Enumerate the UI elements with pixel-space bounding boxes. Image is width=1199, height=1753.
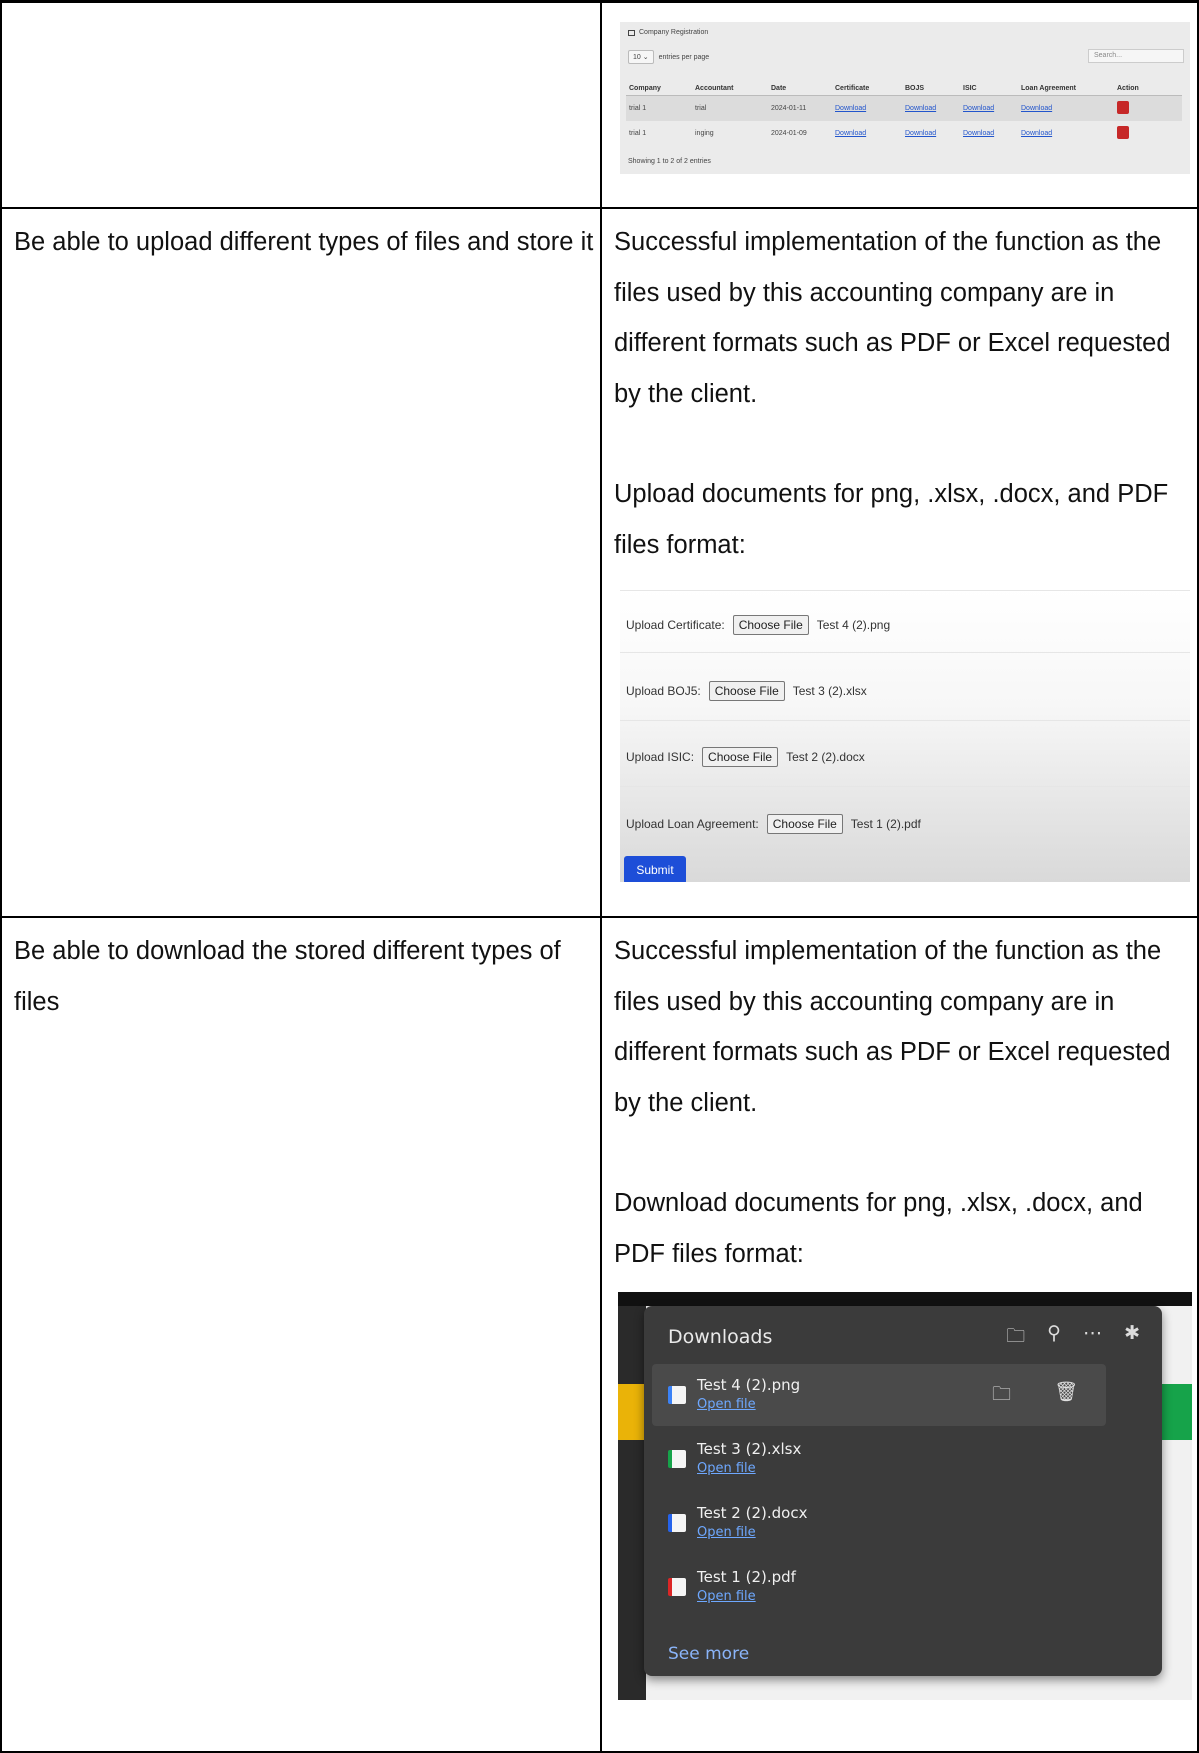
open-file-link[interactable]: Open file — [697, 1525, 756, 1540]
certificate-download-link[interactable]: Download — [835, 105, 866, 112]
column-header[interactable]: Company — [626, 82, 692, 96]
requirement-cell: Be able to upload different types of fil… — [14, 217, 594, 268]
see-more-link[interactable]: See more — [668, 1644, 749, 1664]
per-page-select[interactable]: 10 ⌄ — [628, 50, 654, 64]
loan-download-link[interactable]: Download — [1021, 130, 1052, 137]
table-row: trial 1 trial 2024-01-11 Download Downlo… — [626, 95, 1182, 121]
document-table: Company Registration 10 ⌄ entries per pa… — [0, 0, 1199, 1753]
table-header-row: Company Accountant Date Certificate BOJS… — [626, 82, 1182, 96]
upload-loan-agreement-field: Upload Loan Agreement: Choose File Test … — [626, 814, 921, 834]
file-name: Test 1 (2).pdf — [697, 1568, 796, 1586]
download-item[interactable]: Test 4 (2).png Open file 🗀 🗑 — [652, 1364, 1106, 1426]
bojs-download-link[interactable]: Download — [905, 105, 936, 112]
company-cell: trial 1 — [626, 95, 692, 121]
field-label: Upload Certificate: — [626, 618, 725, 632]
choose-file-button[interactable]: Choose File — [708, 681, 785, 701]
excel-file-icon — [668, 1450, 686, 1468]
delete-icon[interactable] — [1117, 126, 1129, 139]
result-paragraph: Successful implementation of the functio… — [614, 937, 1171, 1117]
downloads-panel: Downloads 🗀 ⚲ ⋯ ✱ Test 4 (2).png Open fi… — [644, 1306, 1162, 1676]
table-icon — [628, 29, 635, 36]
company-cell: trial 1 — [629, 130, 647, 137]
choose-file-button[interactable]: Choose File — [732, 615, 809, 635]
download-item[interactable]: Test 3 (2).xlsx Open file — [652, 1428, 1106, 1490]
search-input[interactable]: Search... — [1088, 49, 1184, 63]
table-border-left — [0, 0, 2, 1753]
column-header[interactable]: ISIC — [960, 82, 1018, 96]
accountant-cell: trial — [692, 95, 768, 121]
column-header[interactable]: Loan Agreement — [1018, 82, 1114, 96]
downloads-panel-screenshot: Downloads 🗀 ⚲ ⋯ ✱ Test 4 (2).png Open fi… — [618, 1292, 1192, 1700]
accountant-cell: inging — [695, 130, 714, 137]
open-file-link[interactable]: Open file — [697, 1397, 756, 1412]
submit-button[interactable]: Submit — [624, 856, 686, 882]
trash-icon[interactable]: 🗑 — [1054, 1380, 1078, 1403]
column-header[interactable]: Accountant — [692, 82, 768, 96]
result-paragraph: Upload documents for png, .xlsx, .docx, … — [614, 480, 1169, 559]
folder-icon[interactable]: 🗀 — [1006, 1322, 1025, 1354]
download-item[interactable]: Test 1 (2).pdf Open file — [652, 1556, 1106, 1618]
table-footer: Showing 1 to 2 of 2 entries — [628, 158, 711, 165]
column-header[interactable]: Certificate — [832, 82, 902, 96]
date-cell: 2024-01-09 — [771, 130, 807, 137]
chosen-file-name: Test 4 (2).png — [816, 618, 891, 632]
show-in-folder-icon[interactable]: 🗀 — [992, 1380, 1011, 1412]
download-item[interactable]: Test 2 (2).docx Open file — [652, 1492, 1106, 1554]
downloads-title: Downloads — [668, 1326, 773, 1348]
pin-icon[interactable]: ✱ — [1124, 1322, 1140, 1354]
upload-certificate-field: Upload Certificate: Choose File Test 4 (… — [626, 615, 890, 635]
result-cell: Successful implementation of the functio… — [614, 217, 1190, 570]
per-page-label: entries per page — [658, 53, 710, 61]
requirement-text: Be able to upload different types of fil… — [14, 228, 594, 256]
table-column-divider — [600, 0, 602, 1753]
column-header[interactable]: Action — [1114, 82, 1182, 96]
company-registration-screenshot: Company Registration 10 ⌄ entries per pa… — [620, 22, 1190, 174]
result-paragraph: Successful implementation of the functio… — [614, 228, 1171, 408]
open-file-link[interactable]: Open file — [697, 1461, 756, 1476]
delete-icon[interactable] — [1117, 101, 1129, 114]
more-icon[interactable]: ⋯ — [1083, 1322, 1102, 1354]
word-file-icon — [668, 1514, 686, 1532]
field-label: Upload BOJ5: — [626, 684, 701, 698]
result-paragraph: Download documents for png, .xlsx, .docx… — [614, 1189, 1143, 1268]
search-icon[interactable]: ⚲ — [1047, 1322, 1061, 1354]
pdf-file-icon — [668, 1578, 686, 1596]
field-label: Upload ISIC: — [626, 750, 695, 764]
file-name: Test 3 (2).xlsx — [697, 1440, 802, 1458]
upload-boj5-field: Upload BOJ5: Choose File Test 3 (2).xlsx — [626, 681, 867, 701]
column-header[interactable]: BOJS — [902, 82, 960, 96]
choose-file-button[interactable]: Choose File — [766, 814, 843, 834]
result-cell: Successful implementation of the functio… — [614, 926, 1190, 1279]
bojs-download-link[interactable]: Download — [905, 130, 936, 137]
upload-isic-field: Upload ISIC: Choose File Test 2 (2).docx — [626, 747, 865, 767]
certificate-download-link[interactable]: Download — [835, 130, 866, 137]
chosen-file-name: Test 3 (2).xlsx — [792, 684, 867, 698]
chosen-file-name: Test 1 (2).pdf — [850, 817, 921, 831]
chosen-file-name: Test 2 (2).docx — [786, 750, 865, 764]
table-row: trial 1 inging 2024-01-09 Download Downl… — [626, 121, 1182, 146]
file-name: Test 4 (2).png — [697, 1376, 801, 1394]
requirement-cell: Be able to download the stored different… — [14, 926, 590, 1027]
isic-download-link[interactable]: Download — [963, 130, 994, 137]
open-file-link[interactable]: Open file — [697, 1589, 756, 1604]
isic-download-link[interactable]: Download — [963, 105, 994, 112]
column-header[interactable]: Date — [768, 82, 832, 96]
loan-download-link[interactable]: Download — [1021, 105, 1052, 112]
field-label: Upload Loan Agreement: — [626, 817, 759, 831]
image-file-icon — [668, 1386, 686, 1404]
registration-table: Company Accountant Date Certificate BOJS… — [626, 82, 1182, 146]
upload-form-screenshot: Upload Certificate: Choose File Test 4 (… — [620, 588, 1190, 882]
file-name: Test 2 (2).docx — [697, 1504, 808, 1522]
choose-file-button[interactable]: Choose File — [702, 747, 779, 767]
date-cell: 2024-01-11 — [768, 95, 832, 121]
requirement-text: Be able to download the stored different… — [14, 937, 561, 1016]
panel-title: Company Registration — [639, 29, 709, 36]
